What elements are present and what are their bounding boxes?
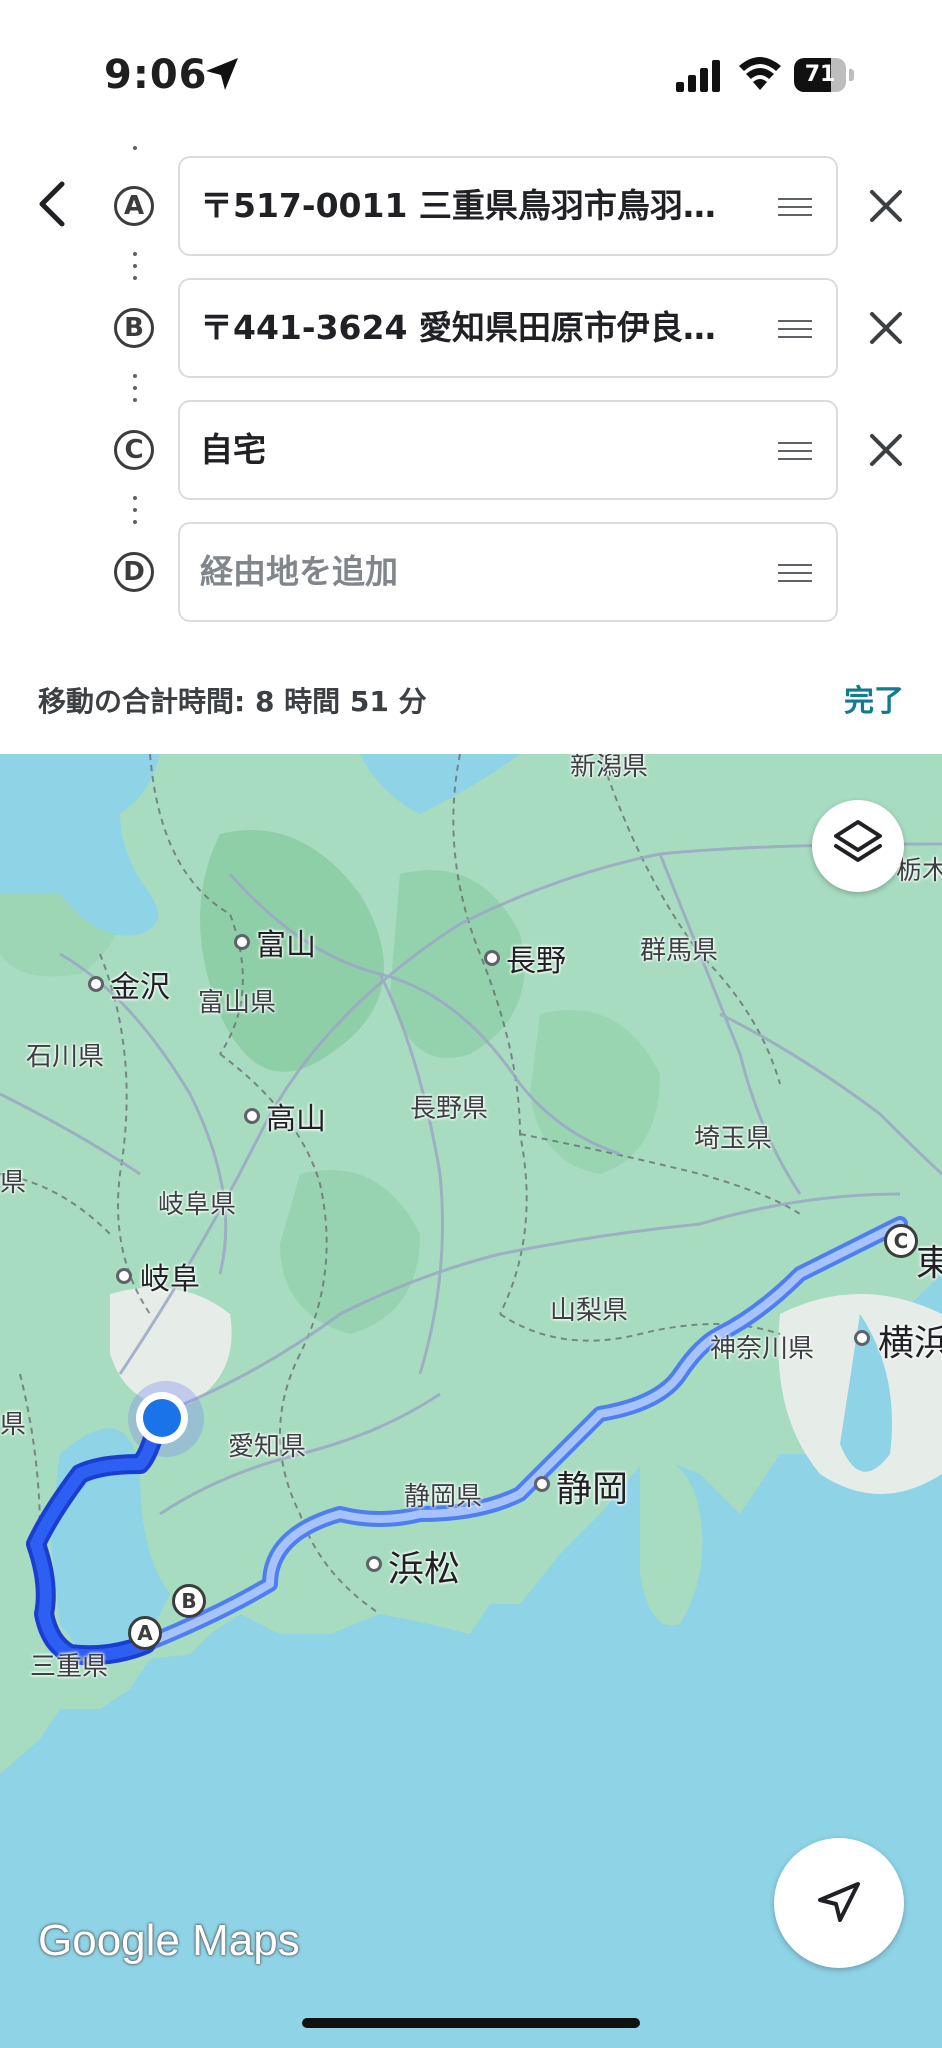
map-label-mie-pref: 三重県	[30, 1652, 109, 1682]
stop-row-d: D 経由地を追加	[0, 522, 942, 626]
remove-stop-b-button[interactable]	[866, 308, 906, 348]
map-label-toyama: 富山	[256, 928, 316, 963]
city-dot	[854, 1330, 870, 1346]
map-label-tokyo: 東	[916, 1243, 942, 1284]
layers-icon	[834, 820, 882, 862]
map-label-fukui-pref: 県	[0, 1168, 27, 1198]
map-label-hamamatsu: 浜松	[388, 1549, 461, 1590]
map-label-niigata: 新潟県	[570, 754, 649, 782]
stop-marker-d: D	[114, 552, 154, 592]
start-navigation-button[interactable]	[774, 1838, 904, 1968]
map-label-nagano-pref: 長野県	[410, 1094, 489, 1124]
remove-stop-c-button[interactable]	[866, 430, 906, 470]
stop-row-c: C 自宅	[0, 400, 942, 504]
city-dot	[88, 976, 104, 992]
add-stop-field[interactable]: 経由地を追加	[178, 522, 838, 622]
city-dot	[534, 1476, 550, 1492]
map-label-shizuoka: 静岡	[556, 1469, 629, 1510]
map-label-shiga-pref: 県	[0, 1410, 27, 1440]
map-label-aichi-pref: 愛知県	[228, 1432, 307, 1462]
drag-handle-icon[interactable]	[778, 320, 812, 340]
city-dot	[244, 1108, 260, 1124]
city-dot	[116, 1268, 132, 1284]
map-label-kanazawa: 金沢	[110, 970, 170, 1005]
map-label-yokohama: 横浜	[878, 1323, 942, 1364]
total-travel-time: 移動の合計時間: 8 時間 51 分	[38, 685, 427, 718]
stop-marker-b: B	[114, 308, 154, 348]
stop-marker-c: C	[114, 430, 154, 470]
drag-handle-icon[interactable]	[778, 198, 812, 218]
city-dot	[234, 934, 250, 950]
status-time: 9:06	[104, 52, 208, 98]
stop-row-b: B 〒441-3624 愛知県田原市伊良…	[0, 278, 942, 382]
map-label-toyama-pref: 富山県	[198, 988, 277, 1018]
map-view[interactable]: 新潟県 富山 金沢 富山県 石川県 長野 群馬県 栃木県 高山 長野県 埼玉県 …	[0, 754, 942, 2048]
drag-handle-icon[interactable]	[778, 442, 812, 462]
route-marker-b[interactable]: B	[172, 1584, 206, 1618]
location-arrow-icon	[206, 58, 238, 90]
map-label-kanagawa-pref: 神奈川県	[710, 1334, 815, 1364]
navigation-arrow-icon	[818, 1882, 860, 1922]
stop-text-b: 〒441-3624 愛知県田原市伊良…	[200, 308, 716, 347]
cellular-signal-icon	[676, 60, 720, 92]
map-label-saitama-pref: 埼玉県	[694, 1124, 773, 1154]
google-maps-logo: Google Maps	[38, 1916, 300, 1965]
map-label-gunma-pref: 群馬県	[640, 936, 719, 966]
city-dot	[366, 1556, 382, 1572]
stop-marker-a: A	[114, 186, 154, 226]
map-label-nagano: 長野	[506, 944, 566, 979]
city-dot	[484, 950, 500, 966]
add-stop-placeholder: 経由地を追加	[200, 552, 398, 591]
map-label-gifu-pref: 岐阜県	[158, 1190, 237, 1220]
done-button[interactable]: 完了	[844, 676, 904, 720]
home-indicator	[302, 2018, 640, 2028]
stop-text-c: 自宅	[200, 430, 266, 469]
battery-indicator: 71	[794, 58, 856, 92]
stop-row-a: A 〒517-0011 三重県鳥羽市鳥羽３…	[0, 156, 942, 260]
map-label-shizuoka-pref: 静岡県	[404, 1482, 483, 1512]
map-label-gifu: 岐阜	[140, 1262, 200, 1297]
map-label-ishikawa-pref: 石川県	[26, 1042, 105, 1072]
status-bar: 9:06 71	[0, 0, 942, 150]
stop-text-a: 〒517-0011 三重県鳥羽市鳥羽３…	[200, 186, 740, 225]
stop-field-a[interactable]: 〒517-0011 三重県鳥羽市鳥羽３…	[178, 156, 838, 256]
wifi-icon	[739, 57, 781, 90]
map-label-takayama: 高山	[266, 1102, 326, 1137]
map-layers-button[interactable]	[812, 800, 904, 892]
battery-percent: 71	[804, 62, 836, 87]
stop-field-c[interactable]: 自宅	[178, 400, 838, 500]
stop-field-b[interactable]: 〒441-3624 愛知県田原市伊良…	[178, 278, 838, 378]
map-label-yamanashi-pref: 山梨県	[550, 1296, 629, 1326]
remove-stop-a-button[interactable]	[866, 186, 906, 226]
drag-handle-icon[interactable]	[778, 564, 812, 584]
route-marker-a[interactable]: A	[128, 1616, 162, 1650]
route-marker-c[interactable]: C	[884, 1224, 918, 1258]
